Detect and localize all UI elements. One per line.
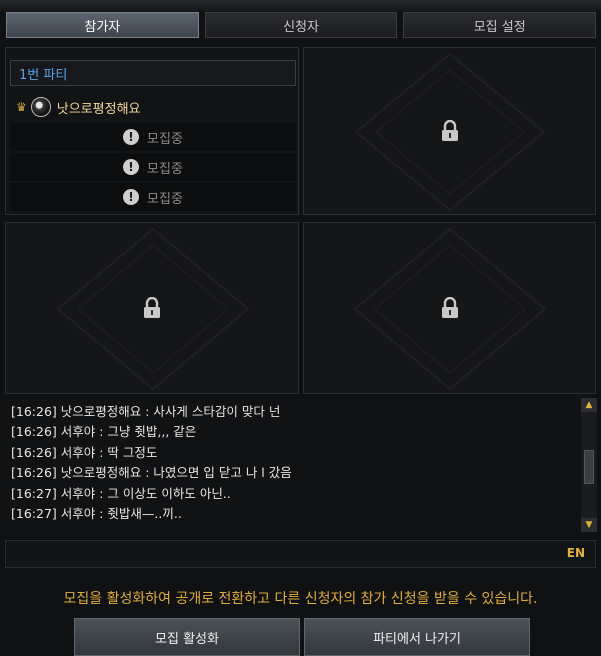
- scroll-track[interactable]: [581, 412, 597, 518]
- slot-status: 모집중: [147, 191, 183, 207]
- locked-party-slot: [303, 222, 596, 394]
- chat-line: [16:26] 서후야 : 딱 그정도: [11, 444, 158, 460]
- locked-party-slot: [303, 47, 596, 215]
- recruit-slot: ! 모집중: [10, 153, 296, 181]
- exclamation-icon: !: [123, 129, 140, 145]
- chat-scrollbar[interactable]: ▲ ▼: [581, 398, 597, 532]
- tab-participants[interactable]: 참가자: [6, 12, 199, 38]
- tab-applicants[interactable]: 신청자: [204, 12, 398, 38]
- slot-status: 모집중: [147, 161, 183, 177]
- tab-recruit-settings[interactable]: 모집 설정: [403, 12, 597, 38]
- chat-line: [16:26] 낫으로평정해요 : 나였으면 입 닫고 나 l 갔음: [11, 465, 292, 481]
- class-emblem-icon: [30, 97, 51, 117]
- chat-line: [16:27] 서후야 : 그 이상도 이하도 아닌..: [11, 485, 231, 501]
- exclamation-icon: !: [123, 189, 140, 205]
- activate-recruit-button[interactable]: 모집 활성화: [74, 618, 300, 656]
- chat-line: [16:26] 서후야 : 그냥 쥣밥,,, 같은: [11, 424, 197, 440]
- crown-icon: ♛: [16, 100, 27, 114]
- exclamation-icon: !: [123, 159, 140, 175]
- lock-icon: [144, 297, 160, 318]
- chat-input[interactable]: EN: [5, 540, 596, 568]
- leave-party-button[interactable]: 파티에서 나가기: [304, 618, 530, 656]
- lock-icon: [441, 120, 458, 141]
- chat-line: [16:27] 서후야 : 쥣밥새—..끼..: [11, 506, 182, 522]
- chat-line: [16:26] 낫으로평정해요 : 사사게 스타감이 맞다 넌: [11, 404, 281, 419]
- party-leader-row[interactable]: ♛ 낫으로평정해요: [10, 93, 296, 121]
- locked-party-slot: [5, 222, 299, 394]
- party-panel: 1번 파티 ♛ 낫으로평정해요 ! 모집중 ! 모집중 ! 모집중: [5, 47, 299, 215]
- scroll-thumb[interactable]: [584, 450, 594, 484]
- party-header: 1번 파티: [10, 60, 296, 86]
- chat-log[interactable]: [16:26] 낫으로평정해요 : 사사게 스타감이 맞다 넌 [16:26] …: [5, 398, 579, 532]
- leader-name: 낫으로평정해요: [56, 101, 141, 117]
- recruit-notice: 모집을 활성화하여 공개로 전환하고 다른 신청자의 참가 신청을 받을 수 있…: [63, 591, 538, 607]
- slot-status: 모집중: [147, 131, 183, 147]
- recruit-slot: ! 모집중: [10, 123, 296, 151]
- tab-bar: 참가자 신청자 모집 설정: [6, 12, 597, 38]
- scroll-up-arrow-icon[interactable]: ▲: [581, 398, 597, 412]
- window-top-strip: [0, 0, 601, 12]
- recruit-slot: ! 모집중: [10, 183, 296, 211]
- language-indicator[interactable]: EN: [567, 546, 585, 560]
- scroll-down-arrow-icon[interactable]: ▼: [581, 518, 597, 532]
- lock-icon: [441, 297, 458, 318]
